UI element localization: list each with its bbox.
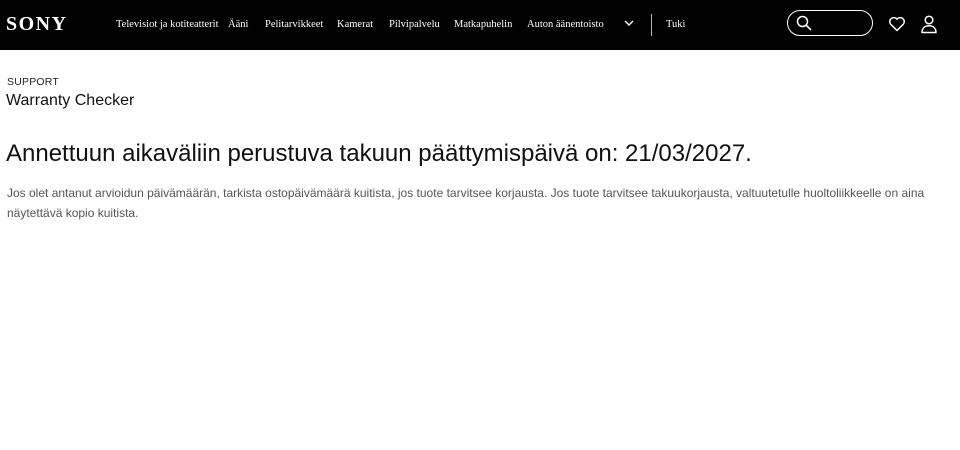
nav-item-tuki[interactable]: Tuki [666,18,685,32]
search-icon[interactable] [796,15,812,31]
nav-item-pilvipalvelu[interactable]: Pilvipalvelu [389,18,440,32]
breadcrumb-support: SUPPORT [7,76,59,88]
heart-icon[interactable] [888,15,906,33]
sony-logo[interactable]: SONY [6,12,68,36]
page-title: Warranty Checker [6,92,135,109]
nav-item-auton-aanentoisto[interactable]: Auton äänentoisto [527,18,604,32]
nav-divider [651,14,652,36]
chevron-down-icon[interactable] [622,16,636,30]
top-navbar: SONY Televisiot ja kotiteatterit Ääni Pe… [0,0,960,50]
nav-item-televisiot[interactable]: Televisiot ja kotiteatterit [116,18,218,32]
warranty-result-heading: Annettuun aikaväliin perustuva takuun pä… [6,140,752,167]
warranty-info-text: Jos olet antanut arvioidun päivämäärän, … [7,186,925,220]
nav-item-aani[interactable]: Ääni [228,18,248,32]
nav-item-pelitarvikkeet[interactable]: Pelitarvikkeet [265,18,323,32]
nav-item-matkapuhelin[interactable]: Matkapuhelin [454,18,512,32]
nav-item-kamerat[interactable]: Kamerat [337,18,373,32]
user-icon[interactable] [920,14,938,34]
search-input[interactable] [787,10,873,36]
